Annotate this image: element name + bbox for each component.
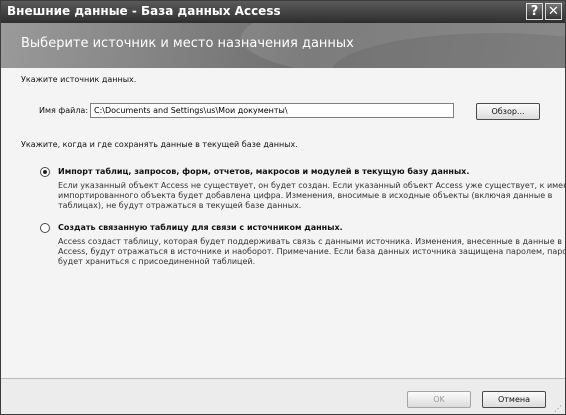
radio-selected-dot <box>43 170 47 174</box>
source-label: Укажите источник данных. <box>21 75 137 84</box>
dialog-content: Укажите источник данных. Имя файла: Обзо… <box>1 68 565 378</box>
ok-button[interactable]: OK <box>407 391 471 408</box>
import-radio[interactable] <box>40 167 50 177</box>
dialog-header: Выберите источник и место назначения дан… <box>1 23 565 68</box>
dialog-footer: OK Отмена ⋰ <box>1 378 565 414</box>
link-option-description: Access создаст таблицу, которая будет по… <box>58 237 566 267</box>
ok-label: OK <box>433 395 445 404</box>
window-title: Внешние данные - База данных Access <box>7 4 281 18</box>
link-option-label[interactable]: Создать связанную таблицу для связи с ис… <box>58 223 343 232</box>
header-title: Выберите источник и место назначения дан… <box>21 36 354 51</box>
file-name-label: Имя файла: <box>39 106 89 115</box>
import-desc-line: импортированного объекта будет добавлена… <box>58 191 553 200</box>
import-option-description: Если указанный объект Access не существу… <box>58 181 566 211</box>
browse-button[interactable]: Обзор... <box>476 103 540 120</box>
close-button[interactable]: ✕ <box>545 3 562 20</box>
link-desc-line: будет храниться с присоединенной таблице… <box>58 257 256 266</box>
import-option-label[interactable]: Импорт таблиц, запросов, форм, отчетов, … <box>58 167 469 176</box>
import-desc-line: таблицах), не будут отражаться в текущей… <box>58 201 302 210</box>
link-desc-line: Access, будут отражаться в источнике и н… <box>58 247 566 256</box>
link-desc-line: Access создаст таблицу, которая будет по… <box>58 237 562 246</box>
cancel-button[interactable]: Отмена <box>482 391 546 408</box>
browse-label: Обзор... <box>491 107 525 116</box>
link-radio[interactable] <box>40 223 50 233</box>
import-desc-line: Если указанный объект Access не существу… <box>58 181 566 190</box>
resize-grip-icon[interactable]: ⋰ <box>554 404 564 414</box>
title-bar[interactable]: Внешние данные - База данных Access ? ✕ <box>1 1 565 23</box>
file-name-input[interactable] <box>90 103 454 118</box>
help-button[interactable]: ? <box>526 3 543 20</box>
cancel-label: Отмена <box>497 395 531 404</box>
storage-question: Укажите, когда и где сохранять данные в … <box>21 140 298 149</box>
external-data-dialog: Внешние данные - База данных Access ? ✕ … <box>0 0 566 415</box>
